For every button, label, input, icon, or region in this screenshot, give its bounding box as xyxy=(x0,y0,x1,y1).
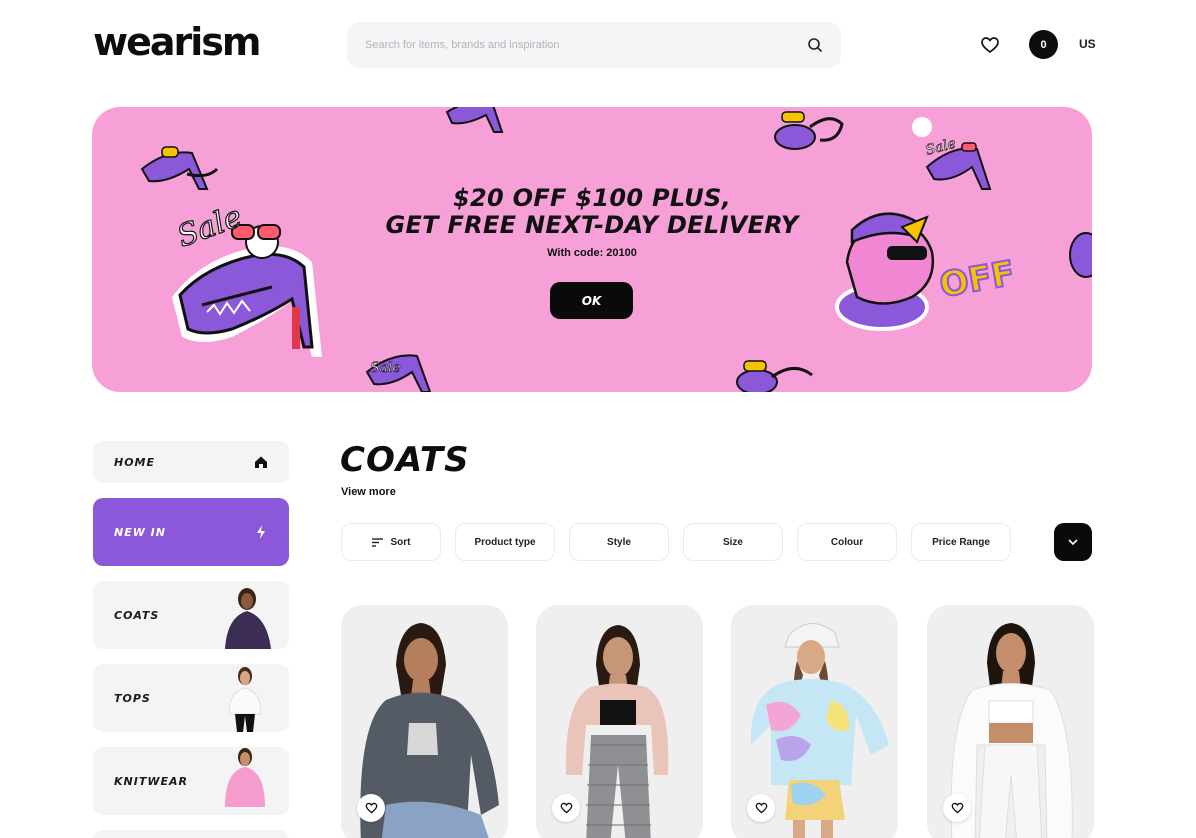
coats-thumbnail xyxy=(225,588,271,649)
dino-sticker-top xyxy=(774,111,844,150)
sale-shoe-sticker-top xyxy=(445,107,504,133)
sidebar-item-label: COATS xyxy=(114,608,160,622)
price-range-filter-button[interactable]: Price Range xyxy=(911,523,1011,561)
promo-banner: Sale Sale Sale OFF $20 OFF $100 PLUS, GE… xyxy=(92,107,1092,392)
dino-sticker-bottom xyxy=(736,360,813,392)
sale-shoe-sticker-bottom: Sale xyxy=(365,354,432,392)
product-card[interactable] xyxy=(341,605,508,838)
home-icon xyxy=(255,456,267,468)
heart-icon xyxy=(365,802,377,814)
sidebar-item-label: TOPS xyxy=(114,691,151,705)
sidebar-item-more[interactable] xyxy=(93,830,289,838)
filter-label: Style xyxy=(607,536,631,548)
colour-filter-button[interactable]: Colour xyxy=(797,523,897,561)
banner-title-line2: GET FREE NEXT-DAY DELIVERY xyxy=(385,211,799,239)
sort-icon xyxy=(371,537,383,547)
lightning-icon xyxy=(257,525,265,539)
filter-label: Colour xyxy=(830,536,864,548)
wishlist-heart-icon[interactable] xyxy=(980,35,1000,55)
sort-filter-button[interactable]: Sort xyxy=(341,523,441,561)
filter-label: Size xyxy=(722,536,743,548)
locale-selector[interactable]: US xyxy=(1079,37,1096,51)
banner-title: $20 OFF $100 PLUS, GET FREE NEXT-DAY DEL… xyxy=(92,185,1092,239)
search-input[interactable] xyxy=(365,39,807,51)
view-more-link[interactable]: View more xyxy=(341,486,396,498)
favorite-button[interactable] xyxy=(552,794,580,822)
banner-title-line1: $20 OFF $100 PLUS, xyxy=(452,184,731,212)
sidebar-item-label: HOME xyxy=(114,455,156,469)
product-card[interactable] xyxy=(731,605,898,838)
filter-label: Product type xyxy=(474,536,536,548)
cart-count-badge[interactable]: 0 xyxy=(1029,30,1058,59)
size-filter-button[interactable]: Size xyxy=(683,523,783,561)
filter-label: Price Range xyxy=(932,536,990,548)
favorite-button[interactable] xyxy=(747,794,775,822)
svg-text:OFF: OFF xyxy=(937,253,1017,305)
favorite-button[interactable] xyxy=(943,794,971,822)
banner-ok-button[interactable]: OK xyxy=(550,282,633,319)
favorite-button[interactable] xyxy=(357,794,385,822)
heart-icon xyxy=(755,802,767,814)
sidebar-item-new-in[interactable]: NEW IN xyxy=(93,498,289,566)
product-card[interactable] xyxy=(536,605,703,838)
heart-icon xyxy=(560,802,572,814)
product-card[interactable] xyxy=(927,605,1094,838)
sidebar-item-coats[interactable]: COATS xyxy=(93,581,289,649)
search-icon[interactable] xyxy=(807,37,823,53)
svg-text:Sale: Sale xyxy=(370,360,401,376)
chevron-down-icon xyxy=(1068,539,1078,545)
white-dot xyxy=(912,117,932,137)
sidebar-item-label: NEW IN xyxy=(114,525,166,539)
sidebar-item-tops[interactable]: TOPS xyxy=(93,664,289,732)
knitwear-thumbnail xyxy=(225,748,265,807)
page-title: COATS xyxy=(340,440,470,480)
filter-label: Sort xyxy=(390,536,411,548)
style-filter-button[interactable]: Style xyxy=(569,523,669,561)
heart-icon xyxy=(951,802,963,814)
search-bar[interactable] xyxy=(347,22,841,68)
tops-thumbnail xyxy=(228,667,262,732)
sidebar-item-home[interactable]: HOME xyxy=(93,441,289,483)
promo-code-text: With code: 20100 xyxy=(547,247,637,259)
sidebar-item-knitwear[interactable]: KNITWEAR xyxy=(93,747,289,815)
filter-toggle-button[interactable] xyxy=(1054,523,1092,561)
page: wearism 0 US Sale xyxy=(0,0,1196,838)
product-type-filter-button[interactable]: Product type xyxy=(455,523,555,561)
sidebar-item-label: KNITWEAR xyxy=(114,774,188,788)
logo[interactable]: wearism xyxy=(93,22,261,62)
